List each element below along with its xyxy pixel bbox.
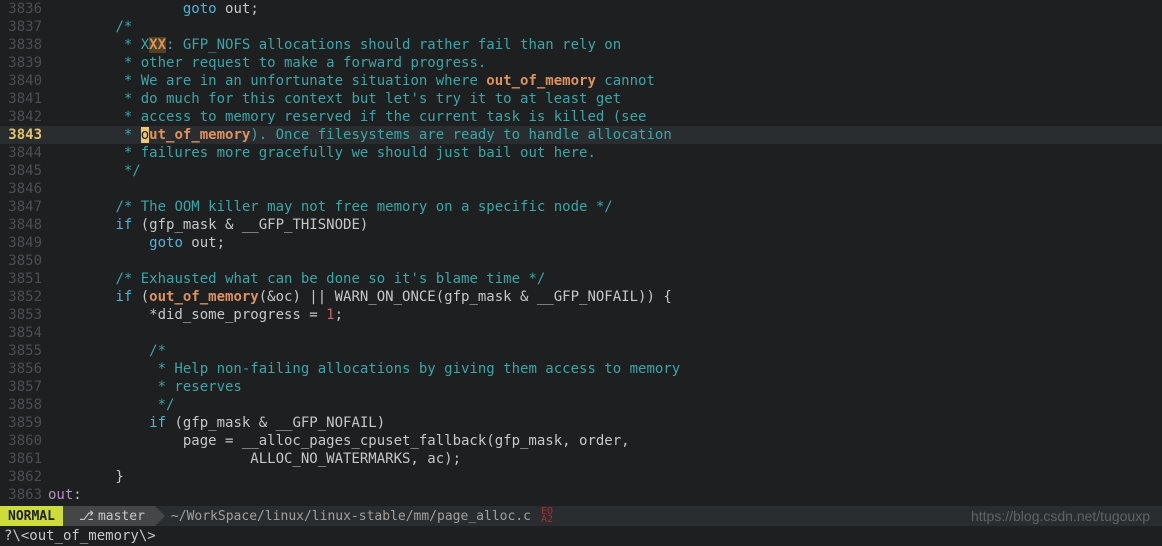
- code-content: out:: [48, 486, 1162, 504]
- code-content: [48, 252, 1162, 270]
- line-number: 3838: [0, 36, 48, 54]
- line-number: 3837: [0, 18, 48, 36]
- code-line[interactable]: 3844 * failures more gracefully we shoul…: [0, 144, 1162, 162]
- command-line[interactable]: ?\<out_of_memory\>: [0, 526, 1162, 546]
- code-content: page = __alloc_pages_cpuset_fallback(gfp…: [48, 432, 1162, 450]
- branch-name: master: [98, 509, 145, 524]
- code-line[interactable]: 3847 /* The OOM killer may not free memo…: [0, 198, 1162, 216]
- line-number: 3851: [0, 270, 48, 288]
- line-number: 3860: [0, 432, 48, 450]
- code-content: * We are in an unfortunate situation whe…: [48, 72, 1162, 90]
- code-line[interactable]: 3854: [0, 324, 1162, 342]
- code-content: }: [48, 468, 1162, 486]
- code-line[interactable]: 3845 */: [0, 162, 1162, 180]
- code-content: goto out;: [48, 234, 1162, 252]
- line-number: 3848: [0, 216, 48, 234]
- code-line[interactable]: 3852 if (out_of_memory(&oc) || WARN_ON_O…: [0, 288, 1162, 306]
- code-line[interactable]: 3853 *did_some_progress = 1;: [0, 306, 1162, 324]
- branch-icon: ⎇: [79, 509, 94, 524]
- code-content: /*: [48, 342, 1162, 360]
- code-content: */: [48, 162, 1162, 180]
- code-line[interactable]: 3849 goto out;: [0, 234, 1162, 252]
- code-line[interactable]: 3836 goto out;: [0, 0, 1162, 18]
- line-number: 3858: [0, 396, 48, 414]
- line-number: 3843: [0, 126, 48, 144]
- git-branch-segment: ⎇ master: [63, 506, 155, 526]
- status-bar: NORMAL ⎇ master ~/WorkSpace/linux/linux-…: [0, 506, 1162, 526]
- line-number: 3839: [0, 54, 48, 72]
- code-content: /* The OOM killer may not free memory on…: [48, 198, 1162, 216]
- mode-label: NORMAL: [8, 509, 55, 524]
- code-line[interactable]: 3851 /* Exhausted what can be done so it…: [0, 270, 1162, 288]
- code-content: /* Exhausted what can be done so it's bl…: [48, 270, 1162, 288]
- code-line[interactable]: 3857 * reserves: [0, 378, 1162, 396]
- code-content: [48, 324, 1162, 342]
- code-content: if (out_of_memory(&oc) || WARN_ON_ONCE(g…: [48, 288, 1162, 306]
- code-content: * access to memory reserved if the curre…: [48, 108, 1162, 126]
- line-number: 3836: [0, 0, 48, 18]
- line-number: 3861: [0, 450, 48, 468]
- line-number: 3862: [0, 468, 48, 486]
- line-number: 3849: [0, 234, 48, 252]
- code-line[interactable]: 3837 /*: [0, 18, 1162, 36]
- code-content: * XXX: GFP_NOFS allocations should rathe…: [48, 36, 1162, 54]
- line-number: 3847: [0, 198, 48, 216]
- code-line[interactable]: 3863out:: [0, 486, 1162, 504]
- line-number: 3844: [0, 144, 48, 162]
- code-content: [48, 180, 1162, 198]
- code-line[interactable]: 3840 * We are in an unfortunate situatio…: [0, 72, 1162, 90]
- encoding-badge: EOA2: [541, 508, 553, 524]
- code-line[interactable]: 3860 page = __alloc_pages_cpuset_fallbac…: [0, 432, 1162, 450]
- code-line[interactable]: 3848 if (gfp_mask & __GFP_THISNODE): [0, 216, 1162, 234]
- code-content: * other request to make a forward progre…: [48, 54, 1162, 72]
- line-number: 3840: [0, 72, 48, 90]
- code-content: */: [48, 396, 1162, 414]
- code-content: /*: [48, 18, 1162, 36]
- code-line[interactable]: 3846: [0, 180, 1162, 198]
- vim-mode-indicator: NORMAL: [0, 506, 63, 526]
- code-content: *did_some_progress = 1;: [48, 306, 1162, 324]
- code-line[interactable]: 3839 * other request to make a forward p…: [0, 54, 1162, 72]
- code-content: if (gfp_mask & __GFP_THISNODE): [48, 216, 1162, 234]
- code-line[interactable]: 3856 * Help non-failing allocations by g…: [0, 360, 1162, 378]
- line-number: 3853: [0, 306, 48, 324]
- line-number: 3854: [0, 324, 48, 342]
- code-line[interactable]: 3843 * out_of_memory). Once filesystems …: [0, 126, 1162, 144]
- line-number: 3859: [0, 414, 48, 432]
- line-number: 3842: [0, 108, 48, 126]
- line-number: 3841: [0, 90, 48, 108]
- file-path: ~/WorkSpace/linux/linux-stable/mm/page_a…: [171, 509, 531, 524]
- code-line[interactable]: 3859 if (gfp_mask & __GFP_NOFAIL): [0, 414, 1162, 432]
- line-number: 3846: [0, 180, 48, 198]
- code-content: * failures more gracefully we should jus…: [48, 144, 1162, 162]
- code-line[interactable]: 3862 }: [0, 468, 1162, 486]
- code-line[interactable]: 3858 */: [0, 396, 1162, 414]
- line-number: 3857: [0, 378, 48, 396]
- code-line[interactable]: 3841 * do much for this context but let'…: [0, 90, 1162, 108]
- file-path-segment: ~/WorkSpace/linux/linux-stable/mm/page_a…: [155, 508, 553, 524]
- code-area[interactable]: 3836 goto out;3837 /*3838 * XXX: GFP_NOF…: [0, 0, 1162, 506]
- line-number: 3845: [0, 162, 48, 180]
- code-content: * reserves: [48, 378, 1162, 396]
- code-content: * do much for this context but let's try…: [48, 90, 1162, 108]
- line-number: 3856: [0, 360, 48, 378]
- code-line[interactable]: 3838 * XXX: GFP_NOFS allocations should …: [0, 36, 1162, 54]
- code-line[interactable]: 3855 /*: [0, 342, 1162, 360]
- line-number: 3855: [0, 342, 48, 360]
- code-content: goto out;: [48, 0, 1162, 18]
- code-content: * out_of_memory). Once filesystems are r…: [48, 126, 1162, 144]
- code-line[interactable]: 3842 * access to memory reserved if the …: [0, 108, 1162, 126]
- editor-root: 3836 goto out;3837 /*3838 * XXX: GFP_NOF…: [0, 0, 1162, 546]
- code-line[interactable]: 3861 ALLOC_NO_WATERMARKS, ac);: [0, 450, 1162, 468]
- line-number: 3850: [0, 252, 48, 270]
- line-number: 3852: [0, 288, 48, 306]
- code-content: ALLOC_NO_WATERMARKS, ac);: [48, 450, 1162, 468]
- code-content: * Help non-failing allocations by giving…: [48, 360, 1162, 378]
- line-number: 3863: [0, 486, 48, 504]
- code-line[interactable]: 3850: [0, 252, 1162, 270]
- code-content: if (gfp_mask & __GFP_NOFAIL): [48, 414, 1162, 432]
